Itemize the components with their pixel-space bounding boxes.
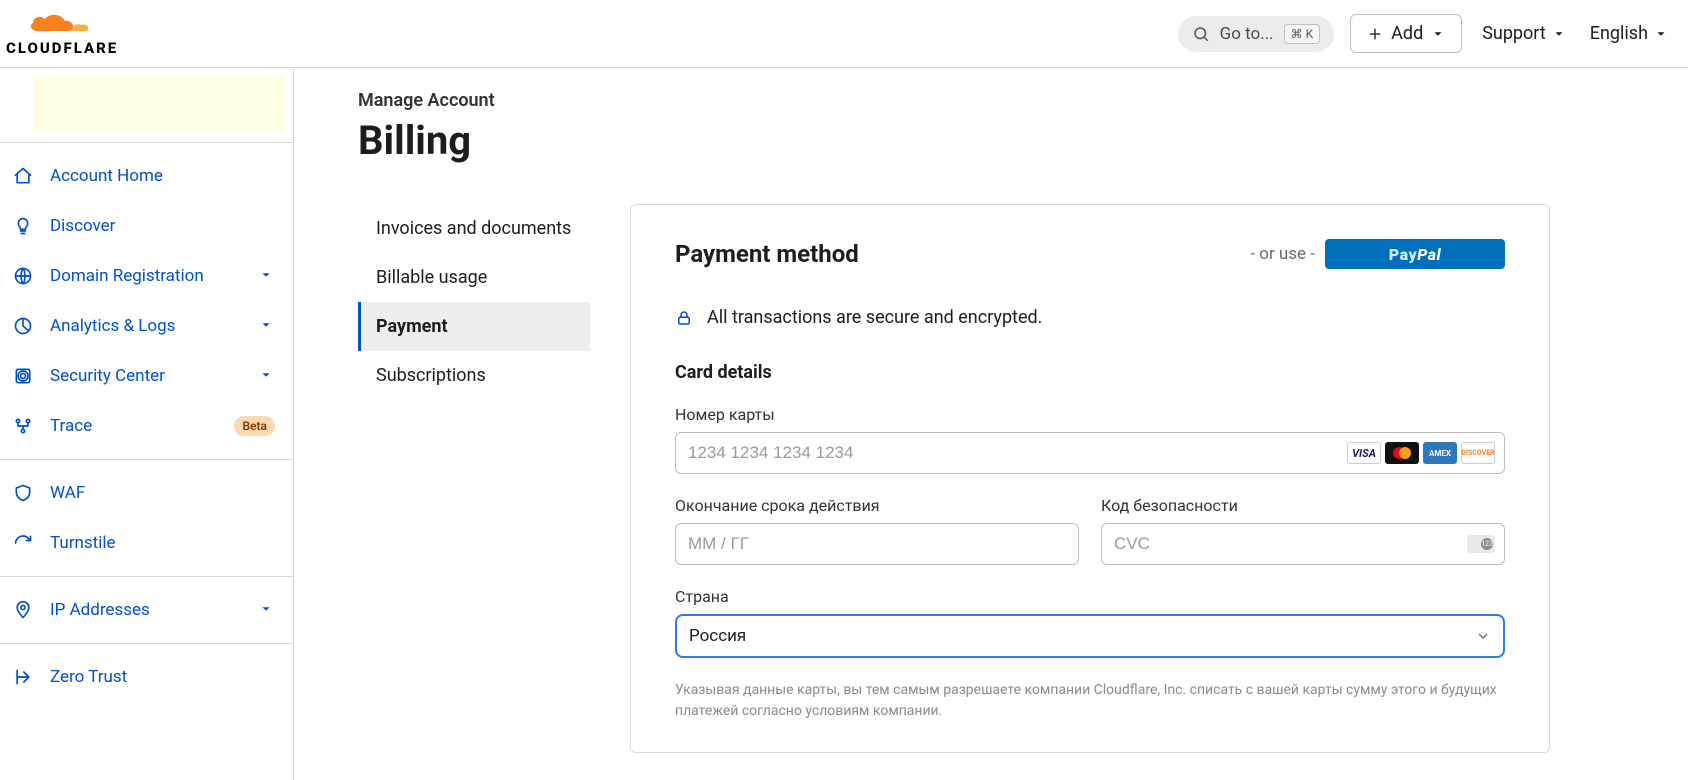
sidebar-item-trace[interactable]: Trace Beta: [0, 401, 293, 451]
sidebar-item-label: Domain Registration: [50, 266, 243, 286]
page-title: Billing: [358, 117, 1688, 164]
sidebar-item-security-center[interactable]: Security Center: [0, 351, 293, 401]
beta-badge: Beta: [234, 416, 275, 436]
sidebar-item-label: Discover: [50, 216, 275, 236]
language-label: English: [1590, 23, 1648, 44]
shield-icon: [12, 482, 34, 504]
cvc-hint-icon: 123: [1467, 535, 1495, 553]
chevron-down-icon: [1475, 628, 1491, 644]
sidebar-item-label: Analytics & Logs: [50, 316, 243, 336]
amex-icon: AMEX: [1423, 442, 1457, 464]
main-content: Manage Account Billing Invoices and docu…: [294, 68, 1688, 780]
caret-down-icon: [1552, 27, 1566, 41]
sidebar-item-account-home[interactable]: Account Home: [0, 151, 293, 201]
caret-down-icon: [1431, 27, 1445, 41]
tab-subscriptions[interactable]: Subscriptions: [358, 351, 590, 400]
bulb-icon: [12, 215, 34, 237]
mastercard-icon: [1385, 442, 1419, 464]
search-shortcut: ⌘ K: [1284, 24, 1321, 44]
expiry-input[interactable]: [675, 523, 1079, 565]
sidebar-item-label: Account Home: [50, 166, 275, 186]
app-header: CLOUDFLARE Go to... ⌘ K Add Support Engl…: [0, 0, 1688, 68]
add-label: Add: [1391, 23, 1423, 44]
plus-icon: [1367, 26, 1383, 42]
sidebar-item-analytics-logs[interactable]: Analytics & Logs: [0, 301, 293, 351]
caret-down-icon: [259, 318, 275, 334]
breadcrumb: Manage Account: [358, 90, 1688, 111]
caret-down-icon: [259, 368, 275, 384]
account-selector[interactable]: [34, 76, 285, 132]
card-details-heading: Card details: [675, 362, 1505, 383]
sidebar-item-label: IP Addresses: [50, 600, 243, 620]
discover-icon: DISCOVER: [1461, 442, 1495, 464]
search-icon: [1192, 25, 1210, 43]
arrowout-icon: [12, 666, 34, 688]
sidebar: Account Home Discover Domain Registration A…: [0, 68, 294, 780]
tab-billable-usage[interactable]: Billable usage: [358, 253, 590, 302]
sidebar-item-waf[interactable]: WAF: [0, 468, 293, 518]
sidebar-item-label: Security Center: [50, 366, 243, 386]
expiry-label: Окончание срока действия: [675, 496, 1079, 515]
caret-down-icon: [1654, 27, 1668, 41]
sidebar-item-domain-registration[interactable]: Domain Registration: [0, 251, 293, 301]
scan-icon: [12, 365, 34, 387]
sidebar-item-zero-trust[interactable]: Zero Trust: [0, 652, 293, 702]
visa-icon: VISA: [1347, 442, 1381, 464]
card-brand-icons: VISA AMEX DISCOVER: [1347, 442, 1495, 464]
home-icon: [12, 165, 34, 187]
chart-icon: [12, 315, 34, 337]
sidebar-item-turnstile[interactable]: Turnstile: [0, 518, 293, 568]
legal-text: Указывая данные карты, вы тем самым разр…: [675, 680, 1505, 722]
refresh-icon: [12, 532, 34, 554]
cloud-icon: [27, 11, 97, 37]
card-number-label: Номер карты: [675, 405, 1505, 424]
sidebar-item-ip-addresses[interactable]: IP Addresses: [0, 585, 293, 635]
sidebar-item-label: Turnstile: [50, 533, 275, 553]
caret-down-icon: [259, 268, 275, 284]
sidebar-item-label: Trace: [50, 416, 212, 436]
add-button[interactable]: Add: [1350, 14, 1462, 53]
cvc-label: Код безопасности: [1101, 496, 1505, 515]
brand-logo[interactable]: CLOUDFLARE: [6, 11, 118, 57]
tab-payment[interactable]: Payment: [358, 302, 590, 351]
pin-icon: [12, 599, 34, 621]
cvc-input[interactable]: [1101, 523, 1505, 565]
sidebar-item-discover[interactable]: Discover: [0, 201, 293, 251]
paypal-logo-icon: PayPal: [1389, 245, 1441, 264]
or-use-label: - or use -: [1250, 244, 1315, 264]
country-label: Страна: [675, 587, 1505, 606]
country-select[interactable]: Россия: [675, 614, 1505, 658]
global-search[interactable]: Go to... ⌘ K: [1178, 16, 1335, 52]
globe-icon: [12, 265, 34, 287]
search-label: Go to...: [1220, 24, 1274, 44]
secure-text: All transactions are secure and encrypte…: [707, 307, 1042, 328]
lock-icon: [675, 309, 693, 327]
paypal-button[interactable]: PayPal: [1325, 239, 1505, 269]
support-menu[interactable]: Support: [1478, 17, 1570, 50]
language-menu[interactable]: English: [1586, 17, 1672, 50]
brand-text: CLOUDFLARE: [6, 39, 118, 57]
panel-title: Payment method: [675, 240, 859, 268]
payment-panel: Payment method - or use - PayPal All tra…: [630, 204, 1550, 753]
sidebar-item-label: WAF: [50, 483, 275, 503]
billing-tabs: Invoices and documentsBillable usagePaym…: [358, 204, 590, 400]
tab-invoices-and-documents[interactable]: Invoices and documents: [358, 204, 590, 253]
sidebar-item-label: Zero Trust: [50, 667, 275, 687]
support-label: Support: [1482, 23, 1546, 44]
caret-down-icon: [259, 602, 275, 618]
trace-icon: [12, 415, 34, 437]
